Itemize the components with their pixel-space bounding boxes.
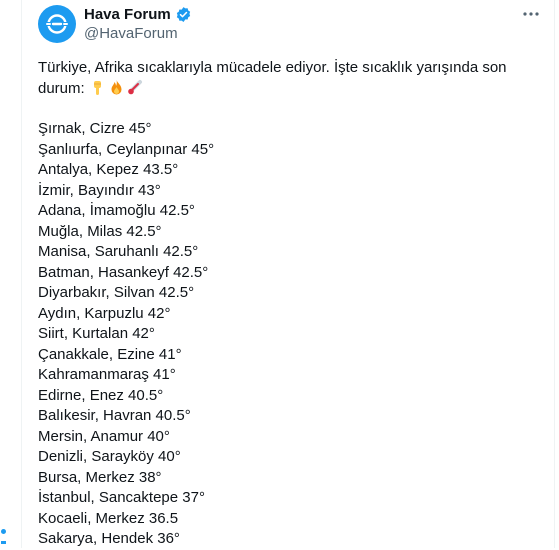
cloud-link-icon xyxy=(46,14,68,34)
list-item: Aydın, Karpuzlu 42° xyxy=(38,304,171,322)
intro-line-1: Türkiye, Afrika sıcaklarıyla mücadele ed… xyxy=(38,59,507,76)
tweet-intro: Türkiye, Afrika sıcaklarıyla mücadele ed… xyxy=(38,58,538,99)
list-item: Çanakkale, Ezine 41° xyxy=(38,345,182,363)
fire-emoji xyxy=(111,79,122,94)
verified-badge-icon xyxy=(175,6,192,23)
list-item: Edirne, Enez 40.5° xyxy=(38,386,164,404)
intro-line-2: durum: xyxy=(38,79,85,97)
display-name[interactable]: Hava Forum xyxy=(84,6,171,23)
list-item: Balıkesir, Havran 40.5° xyxy=(38,407,191,424)
list-item: İstanbul, Sancaktepe 37° xyxy=(38,489,205,506)
list-item: Sakarya, Hendek 36° xyxy=(38,530,180,547)
avatar[interactable] xyxy=(38,5,76,43)
pointing-down-emoji xyxy=(93,80,101,95)
timeline-divider-right xyxy=(554,0,555,548)
list-item: Diyarbakır, Silvan 42.5° xyxy=(38,284,195,301)
list-item: Adana, İmamoğlu 42.5° xyxy=(38,202,195,219)
list-item: Siirt, Kurtalan 42° xyxy=(38,325,155,342)
list-item: Kahramanmaraş 41° xyxy=(38,366,176,383)
list-item: Denizli, Sarayköy 40° xyxy=(38,448,181,465)
thermometer-emoji xyxy=(128,79,142,94)
list-item: İzmir, Bayındır 43° xyxy=(38,181,161,199)
list-item: Antalya, Kepez 43.5° xyxy=(38,161,179,178)
list-item: Şırnak, Cizre 45° xyxy=(38,120,152,137)
list-item: Manisa, Saruhanlı 42.5° xyxy=(38,243,199,260)
timeline-divider-left xyxy=(21,0,22,548)
list-item: Bursa, Merkez 38° xyxy=(38,468,162,486)
author-block: Hava Forum @HavaForum xyxy=(84,5,192,42)
timeline-marker xyxy=(1,529,6,534)
list-item: Kocaeli, Merkez 36.5 xyxy=(38,509,179,527)
timeline-marker-lower xyxy=(1,541,6,544)
list-item: Şanlıurfa, Ceylanpınar 45° xyxy=(38,140,215,158)
handle[interactable]: @HavaForum xyxy=(84,25,192,42)
list-item: Batman, Hasankeyf 42.5° xyxy=(38,263,209,281)
more-horizontal-icon[interactable] xyxy=(519,5,543,23)
temperature-list: Şırnak, Cizre 45° Şanlıurfa, Ceylanpınar … xyxy=(38,119,538,550)
list-item: Muğla, Milas 42.5° xyxy=(38,222,162,240)
list-item: Mersin, Anamur 40° xyxy=(38,427,170,445)
tweet-header: Hava Forum @HavaForum xyxy=(38,5,543,45)
tweet-text: Türkiye, Afrika sıcaklarıyla mücadele ed… xyxy=(38,58,538,550)
